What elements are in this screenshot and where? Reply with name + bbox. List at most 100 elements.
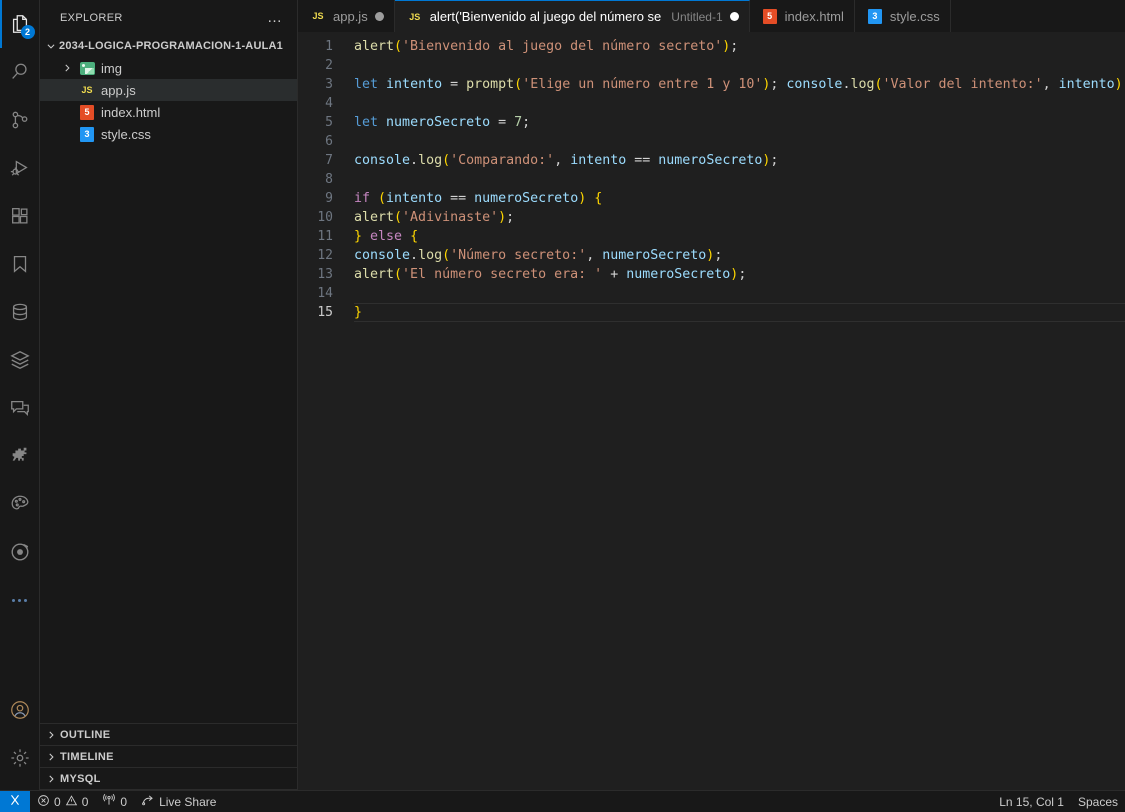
code-token: +: [602, 267, 627, 282]
code-token: numeroSecreto: [626, 267, 731, 282]
code-token: (: [874, 77, 883, 92]
code-line[interactable]: 7 console.log('Comparando:', intento == n…: [298, 151, 1125, 170]
code-line[interactable]: 8: [298, 170, 1125, 189]
line-number: 10: [317, 210, 333, 225]
tab-untitled-1[interactable]: JS alert('Bienvenido al juego del número…: [394, 0, 750, 32]
code-line[interactable]: 12 console.log('Número secreto:', numeroS…: [298, 246, 1125, 265]
sidebar-section-label: TIMELINE: [60, 750, 114, 763]
tree-item-app-js[interactable]: JS app.js: [40, 79, 297, 101]
activity-database[interactable]: [0, 288, 40, 336]
code-token: (: [394, 267, 403, 282]
code-content[interactable]: 1 alert('Bienvenido al juego del número s…: [298, 32, 1125, 322]
activity-theme-palette[interactable]: [0, 480, 40, 528]
code-token: (: [394, 39, 403, 54]
status-indentation[interactable]: Spaces: [1071, 795, 1125, 809]
css-icon: 3: [79, 126, 95, 142]
code-token: alert: [354, 39, 395, 54]
code-editor[interactable]: 1 alert('Bienvenido al juego del número s…: [298, 32, 1125, 790]
activity-extensions[interactable]: [0, 192, 40, 240]
activity-manage-settings[interactable]: [0, 734, 40, 782]
tab-index-html[interactable]: 5 index.html: [749, 0, 855, 32]
activity-run-debug[interactable]: [0, 144, 40, 192]
status-live-share[interactable]: Live Share: [134, 791, 223, 812]
code-line[interactable]: 11} else {: [298, 227, 1125, 246]
code-line-text: console.log('Comparando:', intento == nu…: [354, 151, 778, 170]
tree-item-label: index.html: [101, 104, 161, 120]
tree-root-folder-label: 2034-LOGICA-PROGRAMACION-1-AULA1: [59, 40, 283, 52]
code-token: intento: [570, 153, 627, 168]
activity-comments[interactable]: [0, 384, 40, 432]
status-ports[interactable]: 0: [95, 791, 134, 812]
code-token: ;: [770, 153, 779, 168]
tab-dirty-indicator[interactable]: [374, 11, 384, 21]
line-number: 15: [317, 305, 333, 320]
line-number: 8: [325, 172, 333, 187]
tree-item-label: style.css: [101, 126, 151, 142]
code-line[interactable]: 2: [298, 56, 1125, 75]
code-token: console: [354, 248, 411, 263]
indentation-label: Spaces: [1077, 794, 1118, 809]
tab-label: index.html: [784, 8, 844, 24]
tab-description: Untitled-1: [671, 9, 723, 24]
activity-additional-views[interactable]: [0, 576, 40, 624]
line-number: 4: [325, 96, 333, 111]
activity-layers[interactable]: [0, 336, 40, 384]
code-token: ): [1114, 77, 1123, 92]
code-token: numeroSecreto: [602, 248, 707, 263]
code-line[interactable]: 1 alert('Bienvenido al juego del número s…: [298, 37, 1125, 56]
code-line[interactable]: 13 alert('El número secreto era: ' + nume…: [298, 265, 1125, 284]
tree-item-img[interactable]: img: [40, 57, 297, 79]
code-line-text: let numeroSecreto = 7;: [354, 113, 530, 132]
palette-icon: [9, 493, 31, 515]
code-token: ,: [554, 153, 571, 168]
code-line[interactable]: 14: [298, 284, 1125, 303]
code-token: ,: [1042, 77, 1059, 92]
tab-bar: JS app.js JS alert('Bienvenido al juego …: [298, 0, 1125, 32]
code-line[interactable]: 3 let intento = prompt('Elige un número e…: [298, 75, 1125, 94]
line-number: 2: [325, 58, 333, 73]
status-cursor-position[interactable]: Ln 15, Col 1: [992, 795, 1071, 809]
sidebar-more-actions-icon[interactable]: …: [261, 9, 289, 26]
code-token: 'Adivinaste': [402, 210, 499, 225]
line-number: 5: [325, 115, 333, 130]
activity-bar: 2: [0, 0, 40, 790]
code-token: 'Elige un número entre 1 y 10': [522, 77, 763, 92]
code-line[interactable]: 4: [298, 94, 1125, 113]
activity-dinosaur[interactable]: [0, 432, 40, 480]
code-line-text: let intento = prompt('Elige un número en…: [354, 75, 1125, 94]
code-line[interactable]: 10 alert('Adivinaste');: [298, 208, 1125, 227]
tab-app-js[interactable]: JS app.js: [298, 0, 395, 32]
code-token: prompt: [466, 77, 515, 92]
activity-ionic[interactable]: [0, 528, 40, 576]
code-token: .: [410, 153, 419, 168]
code-token: intento: [386, 191, 443, 206]
status-problems[interactable]: 0 0: [30, 791, 95, 812]
tab-style-css[interactable]: 3 style.css: [854, 0, 951, 32]
remote-window-icon: [8, 793, 22, 810]
editor-area: JS app.js JS alert('Bienvenido al juego …: [298, 0, 1125, 790]
chevron-right-icon: [62, 61, 73, 76]
code-token: }: [354, 229, 363, 244]
code-token: ==: [626, 153, 659, 168]
activity-source-control[interactable]: [0, 96, 40, 144]
sidebar-section-outline[interactable]: OUTLINE: [40, 724, 297, 746]
status-remote-host[interactable]: [0, 791, 30, 812]
tree-item-index-html[interactable]: 5 index.html: [40, 101, 297, 123]
code-line[interactable]: 5 let numeroSecreto = 7;: [298, 113, 1125, 132]
tab-dirty-indicator[interactable]: [729, 12, 739, 21]
activity-search[interactable]: [0, 48, 40, 96]
code-token: alert: [354, 210, 395, 225]
activity-explorer[interactable]: 2: [0, 0, 40, 48]
sidebar-section-mysql[interactable]: MYSQL: [40, 768, 297, 790]
code-line[interactable]: 9 if (intento == numeroSecreto) {: [298, 189, 1125, 208]
sidebar-section-timeline[interactable]: TIMELINE: [40, 746, 297, 768]
code-line[interactable]: 15}: [298, 303, 1125, 322]
activity-accounts[interactable]: [0, 686, 40, 734]
tree-root-folder[interactable]: 2034-LOGICA-PROGRAMACION-1-AULA1: [40, 35, 297, 57]
tree-item-style-css[interactable]: 3 style.css: [40, 123, 297, 145]
code-line[interactable]: 6: [298, 132, 1125, 151]
activity-bar-bottom: [0, 686, 40, 790]
activity-bookmarks[interactable]: [0, 240, 40, 288]
